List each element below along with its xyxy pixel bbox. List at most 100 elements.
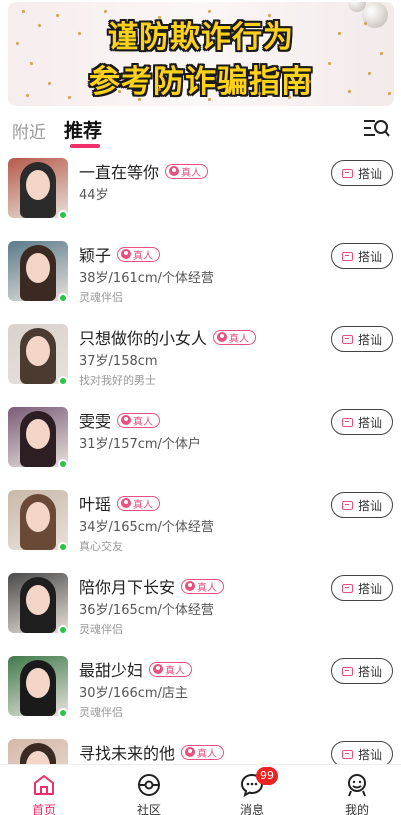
nav-profile-label: 我的: [344, 803, 369, 815]
verified-label: 真人: [197, 582, 218, 594]
user-list-item[interactable]: 一直在等你 真人 44岁 搭讪: [0, 150, 401, 233]
chat-button[interactable]: 搭讪: [331, 409, 393, 435]
user-info: 38岁/161cm/个体经营: [79, 271, 214, 286]
chat-button[interactable]: 搭讪: [331, 326, 393, 352]
user-name: 只想做你的小女人: [79, 329, 208, 348]
user-name: 陪你月下长安: [79, 578, 176, 597]
chat-icon: [341, 251, 353, 261]
user-tag: 真心交友: [79, 540, 123, 553]
nav-home[interactable]: 首页: [14, 765, 74, 815]
confetti-dot: [327, 61, 332, 66]
chat-button[interactable]: 搭讪: [331, 243, 393, 269]
user-avatar[interactable]: [8, 573, 68, 633]
nav-messages-label: 消息: [239, 803, 264, 815]
verified-person-icon: [185, 581, 196, 591]
user-tag: 灵魂伴侣: [79, 706, 123, 719]
chat-button-label: 搭讪: [357, 581, 382, 596]
user-list-item[interactable]: 颖子 真人 38岁/161cm/个体经营 灵魂伴侣 搭讪: [0, 233, 401, 316]
user-list-item[interactable]: 只想做你的小女人 真人 37岁/158cm 找对我好的男士 搭讪: [0, 316, 401, 399]
chat-button-label: 搭讪: [357, 747, 382, 762]
banner-title-line2: 参考防诈骗指南: [89, 64, 313, 100]
user-name: 叶瑶: [79, 495, 112, 514]
user-tag: 灵魂伴侣: [79, 623, 123, 636]
verified-label: 真人: [165, 665, 186, 677]
chat-button[interactable]: 搭讪: [331, 492, 393, 518]
confetti-dot: [22, 10, 25, 13]
chat-button[interactable]: 搭讪: [331, 160, 393, 186]
user-info: 37岁/158cm: [79, 354, 158, 369]
user-list-item[interactable]: 雯雯 真人 31岁/157cm/个体户 搭讪: [0, 399, 401, 482]
verified-person-icon: [185, 747, 196, 757]
name-line: 叶瑶 真人: [79, 492, 161, 514]
confetti-dot: [337, 31, 342, 36]
user-avatar[interactable]: [8, 324, 68, 384]
user-info: 44岁: [79, 188, 109, 203]
online-status-dot: [58, 376, 68, 386]
tab-nearby[interactable]: 附近: [12, 118, 46, 143]
confetti-dot: [157, 15, 162, 20]
verified-badge: 真人: [213, 329, 257, 345]
banner-title-line1: 谨防欺诈行为: [108, 20, 294, 55]
user-avatar[interactable]: [8, 407, 68, 467]
nav-messages[interactable]: 99 消息: [222, 765, 282, 815]
verified-badge: 真人: [117, 246, 161, 262]
chat-icon: [341, 168, 353, 178]
name-line: 最甜少妇 真人: [79, 658, 193, 680]
chat-icon: [341, 417, 353, 427]
verified-person-icon: [153, 664, 164, 674]
user-name: 寻找未来的他: [79, 744, 176, 763]
user-list-item[interactable]: 最甜少妇 真人 30岁/166cm/店主 灵魂伴侣 搭讪: [0, 648, 401, 731]
confetti-dot: [117, 89, 122, 94]
online-status-dot: [58, 459, 68, 469]
verified-label: 真人: [197, 748, 218, 760]
user-name: 颖子: [79, 246, 112, 265]
anti-fraud-banner[interactable]: 谨防欺诈行为 参考防诈骗指南: [8, 2, 394, 106]
user-list-item[interactable]: 陪你月下长安 真人 36岁/165cm/个体经营 灵魂伴侣 搭讪: [0, 565, 401, 648]
user-name: 最甜少妇: [79, 661, 144, 680]
user-avatar[interactable]: [8, 241, 68, 301]
chat-button[interactable]: 搭讪: [331, 658, 393, 684]
name-line: 雯雯 真人: [79, 409, 161, 431]
user-list-item[interactable]: 叶瑶 真人 34岁/165cm/个体经营 真心交友 搭讪: [0, 482, 401, 565]
verified-label: 真人: [133, 499, 154, 511]
chat-icon: [341, 334, 353, 344]
tab-recommend[interactable]: 推荐: [64, 116, 102, 143]
name-line: 一直在等你 真人: [79, 160, 209, 182]
online-status-dot: [58, 293, 68, 303]
bottom-nav: 首页 社区 99 消息 我的: [0, 764, 401, 815]
verified-badge: 真人: [181, 578, 225, 594]
name-line: 颖子 真人: [79, 243, 161, 265]
verified-person-icon: [169, 166, 180, 176]
chat-icon: [341, 749, 353, 759]
profile-icon: [348, 774, 366, 797]
user-avatar[interactable]: [8, 158, 68, 218]
nav-profile[interactable]: 我的: [327, 765, 387, 815]
verified-label: 真人: [133, 416, 154, 428]
chat-icon: [341, 583, 353, 593]
verified-person-icon: [217, 332, 228, 342]
user-avatar[interactable]: [8, 656, 68, 716]
name-line: 只想做你的小女人 真人: [79, 326, 257, 348]
filter-search-icon[interactable]: [362, 116, 390, 142]
online-status-dot: [58, 708, 68, 718]
online-status-dot: [58, 210, 68, 220]
user-avatar[interactable]: [8, 490, 68, 550]
verified-badge: 真人: [165, 163, 209, 179]
user-info: 30岁/166cm/店主: [79, 686, 188, 701]
chat-button-label: 搭讪: [357, 332, 382, 347]
chat-button[interactable]: 搭讪: [331, 575, 393, 601]
chat-icon: [341, 666, 353, 676]
avatar-face: [26, 668, 50, 698]
chat-button-label: 搭讪: [357, 166, 382, 181]
community-icon: [138, 774, 160, 796]
chat-button-label: 搭讪: [357, 415, 382, 430]
verified-badge: 真人: [149, 661, 193, 677]
avatar-face: [26, 585, 50, 615]
verified-label: 真人: [181, 167, 202, 179]
chat-button-label: 搭讪: [357, 498, 382, 513]
tab-active-indicator: [70, 144, 100, 148]
user-tag: 灵魂伴侣: [79, 291, 123, 304]
verified-person-icon: [121, 249, 132, 259]
nav-community[interactable]: 社区: [119, 765, 179, 815]
verified-label: 真人: [229, 333, 250, 345]
